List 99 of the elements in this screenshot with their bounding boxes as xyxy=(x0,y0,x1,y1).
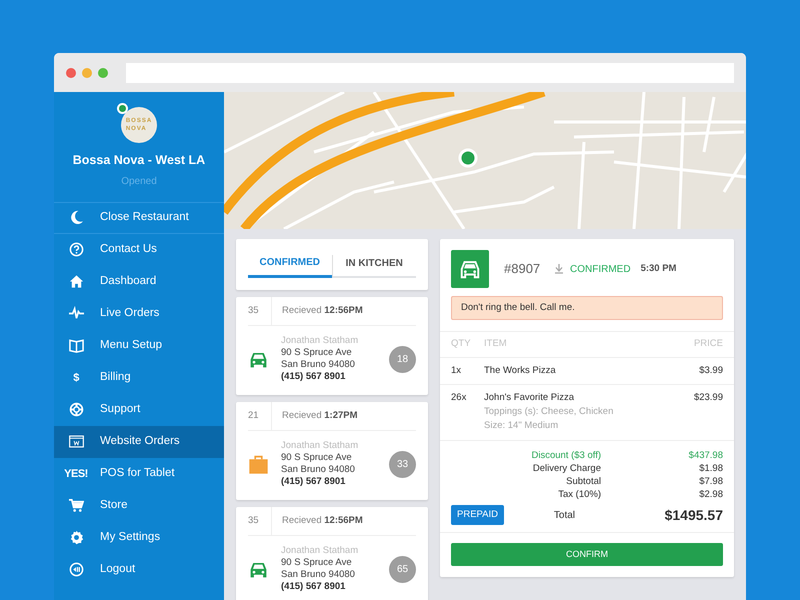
charge-label: Subtotal xyxy=(565,474,601,488)
sidebar-item-label: Menu Setup xyxy=(100,338,162,354)
total-amount: $1495.57 xyxy=(664,506,723,524)
item-detail: Size: 14" Medium xyxy=(484,419,560,434)
confirm-button[interactable]: CONFIRM xyxy=(451,542,723,566)
count-badge: 65 xyxy=(389,556,416,582)
sidebar-item[interactable]: Support xyxy=(54,394,224,426)
item-quantity: 26x xyxy=(451,390,468,405)
help-icon xyxy=(68,242,84,258)
close-dot-icon[interactable] xyxy=(66,68,76,78)
sidebar-item-icon: $ xyxy=(73,370,79,385)
order-time: 5:30 PM xyxy=(640,262,676,276)
logout-icon xyxy=(68,562,84,578)
car-icon xyxy=(459,258,481,280)
sidebar-item[interactable]: Store xyxy=(54,490,224,522)
column-header: QTY xyxy=(451,337,472,352)
order-card[interactable]: 35 Recieved 12:56PM Jonathan Statham 90 S Spruce Ave San Bruno 94080 (415) 567 8901 65 xyxy=(236,507,428,600)
charge-label: Tax (10%) xyxy=(557,488,601,500)
lifebuoy-icon xyxy=(68,402,84,418)
charge-value: $7.98 xyxy=(698,474,723,488)
sidebar-item[interactable]: Website Orders xyxy=(54,426,224,458)
sidebar-item-label: Dashboard xyxy=(100,274,156,290)
sidebar-item-label: Website Orders xyxy=(100,434,180,450)
home-icon xyxy=(68,274,84,290)
charge-value: $1.98 xyxy=(698,462,723,474)
phone-number: (415) 567 8901 xyxy=(281,371,346,383)
order-number: 35 xyxy=(248,297,272,325)
phone-number: (415) 567 8901 xyxy=(281,581,346,593)
location-pin-icon[interactable] xyxy=(458,148,478,168)
sidebar-item[interactable]: Close Restaurant xyxy=(54,202,224,234)
cart-icon xyxy=(68,498,84,514)
count-badge: 33 xyxy=(389,450,416,478)
customer-name: Jonathan Statham xyxy=(281,545,360,557)
received-time: Recieved 1:27PM xyxy=(281,408,358,423)
sidebar-item-label: Close Restaurant xyxy=(100,210,189,226)
tab[interactable]: IN KITCHEN xyxy=(332,255,416,278)
sidebar-item[interactable]: Contact Us xyxy=(54,234,224,266)
address-line: 90 S Spruce Ave xyxy=(281,452,353,464)
order-number: 21 xyxy=(248,402,272,430)
item-price: $23.99 xyxy=(694,390,723,405)
browser-window-icon xyxy=(68,434,84,450)
order-card[interactable]: 35 Recieved 12:56PM Jonathan Statham 90 S Spruce Ave San Bruno 94080 (415) 567 8901 18 xyxy=(236,297,428,395)
sidebar-item[interactable]: My Settings xyxy=(54,522,224,554)
received-time: Recieved 12:56PM xyxy=(281,304,363,318)
sidebar-item-label: POS for Tablet xyxy=(100,466,175,482)
sidebar-item-label: Store xyxy=(100,498,128,514)
sidebar-item[interactable]: $ Billing xyxy=(54,362,224,394)
sidebar-item-icon: YES! xyxy=(64,466,88,481)
city-line: San Bruno 94080 xyxy=(281,569,356,581)
sidebar-item[interactable]: Menu Setup xyxy=(54,330,224,362)
sidebar-item[interactable]: YES! POS for Tablet xyxy=(54,458,224,490)
address-line: 90 S Spruce Ave xyxy=(281,557,353,569)
moon-icon xyxy=(68,210,84,226)
order-card[interactable]: 21 Recieved 1:27PM Jonathan Statham 90 S Spruce Ave San Bruno 94080 (415) 567 8901 33 xyxy=(236,402,428,500)
customer-note: Don't ring the bell. Call me. xyxy=(451,296,723,320)
shopping-bag-icon xyxy=(248,454,269,474)
map-drawing[interactable] xyxy=(224,92,746,229)
tab[interactable]: CONFIRMED xyxy=(248,255,332,278)
sidebar-item-label: Live Orders xyxy=(100,306,160,322)
address-line: 90 S Spruce Ave xyxy=(281,347,353,359)
charge-value: $2.98 xyxy=(698,488,723,500)
city-line: San Bruno 94080 xyxy=(281,359,356,371)
pulse-icon xyxy=(68,306,84,322)
sidebar-item-label: Logout xyxy=(100,562,136,578)
book-icon xyxy=(68,338,84,354)
received-time: Recieved 12:56PM xyxy=(281,514,363,528)
order-number: 35 xyxy=(248,507,272,535)
column-header: ITEM xyxy=(484,337,508,352)
charge-label: Delivery Charge xyxy=(532,462,601,474)
item-detail: Toppings (s): Cheese, Chicken xyxy=(484,405,614,419)
item-name: John's Favorite Pizza xyxy=(484,390,575,405)
minimize-dot-icon[interactable] xyxy=(82,68,92,78)
sidebar-item[interactable]: Live Orders xyxy=(54,298,224,330)
maximize-dot-icon[interactable] xyxy=(98,68,108,78)
sidebar-item-label: My Settings xyxy=(100,530,160,546)
sidebar-item[interactable]: Dashboard xyxy=(54,266,224,298)
download-icon xyxy=(554,264,564,274)
customer-name: Jonathan Statham xyxy=(281,335,360,347)
item-name: The Works Pizza xyxy=(484,364,557,378)
order-number: #8907 xyxy=(504,260,542,278)
payment-badge: PREPAID xyxy=(451,504,504,526)
order-status: CONFIRMED xyxy=(570,262,631,276)
sidebar-item-label: Support xyxy=(100,402,140,418)
item-price: $3.99 xyxy=(699,364,723,378)
restaurant-name: Bossa Nova - West LA xyxy=(72,152,206,169)
sidebar-item-label: Billing xyxy=(100,370,131,386)
settings-icon xyxy=(68,530,84,546)
count-badge: 18 xyxy=(389,346,416,372)
phone-number: (415) 567 8901 xyxy=(281,476,346,488)
charge-label: Discount ($3 off) xyxy=(530,448,601,462)
total-label: Total xyxy=(552,508,576,522)
column-header: PRICE xyxy=(694,337,723,352)
sidebar-item[interactable]: Logout xyxy=(54,554,224,586)
charge-value: $437.98 xyxy=(688,448,723,462)
sidebar-item-label: Contact Us xyxy=(100,242,157,258)
restaurant-status: Opened xyxy=(121,174,157,189)
item-quantity: 1x xyxy=(451,364,462,378)
city-line: San Bruno 94080 xyxy=(281,464,356,476)
customer-name: Jonathan Statham xyxy=(281,440,360,452)
